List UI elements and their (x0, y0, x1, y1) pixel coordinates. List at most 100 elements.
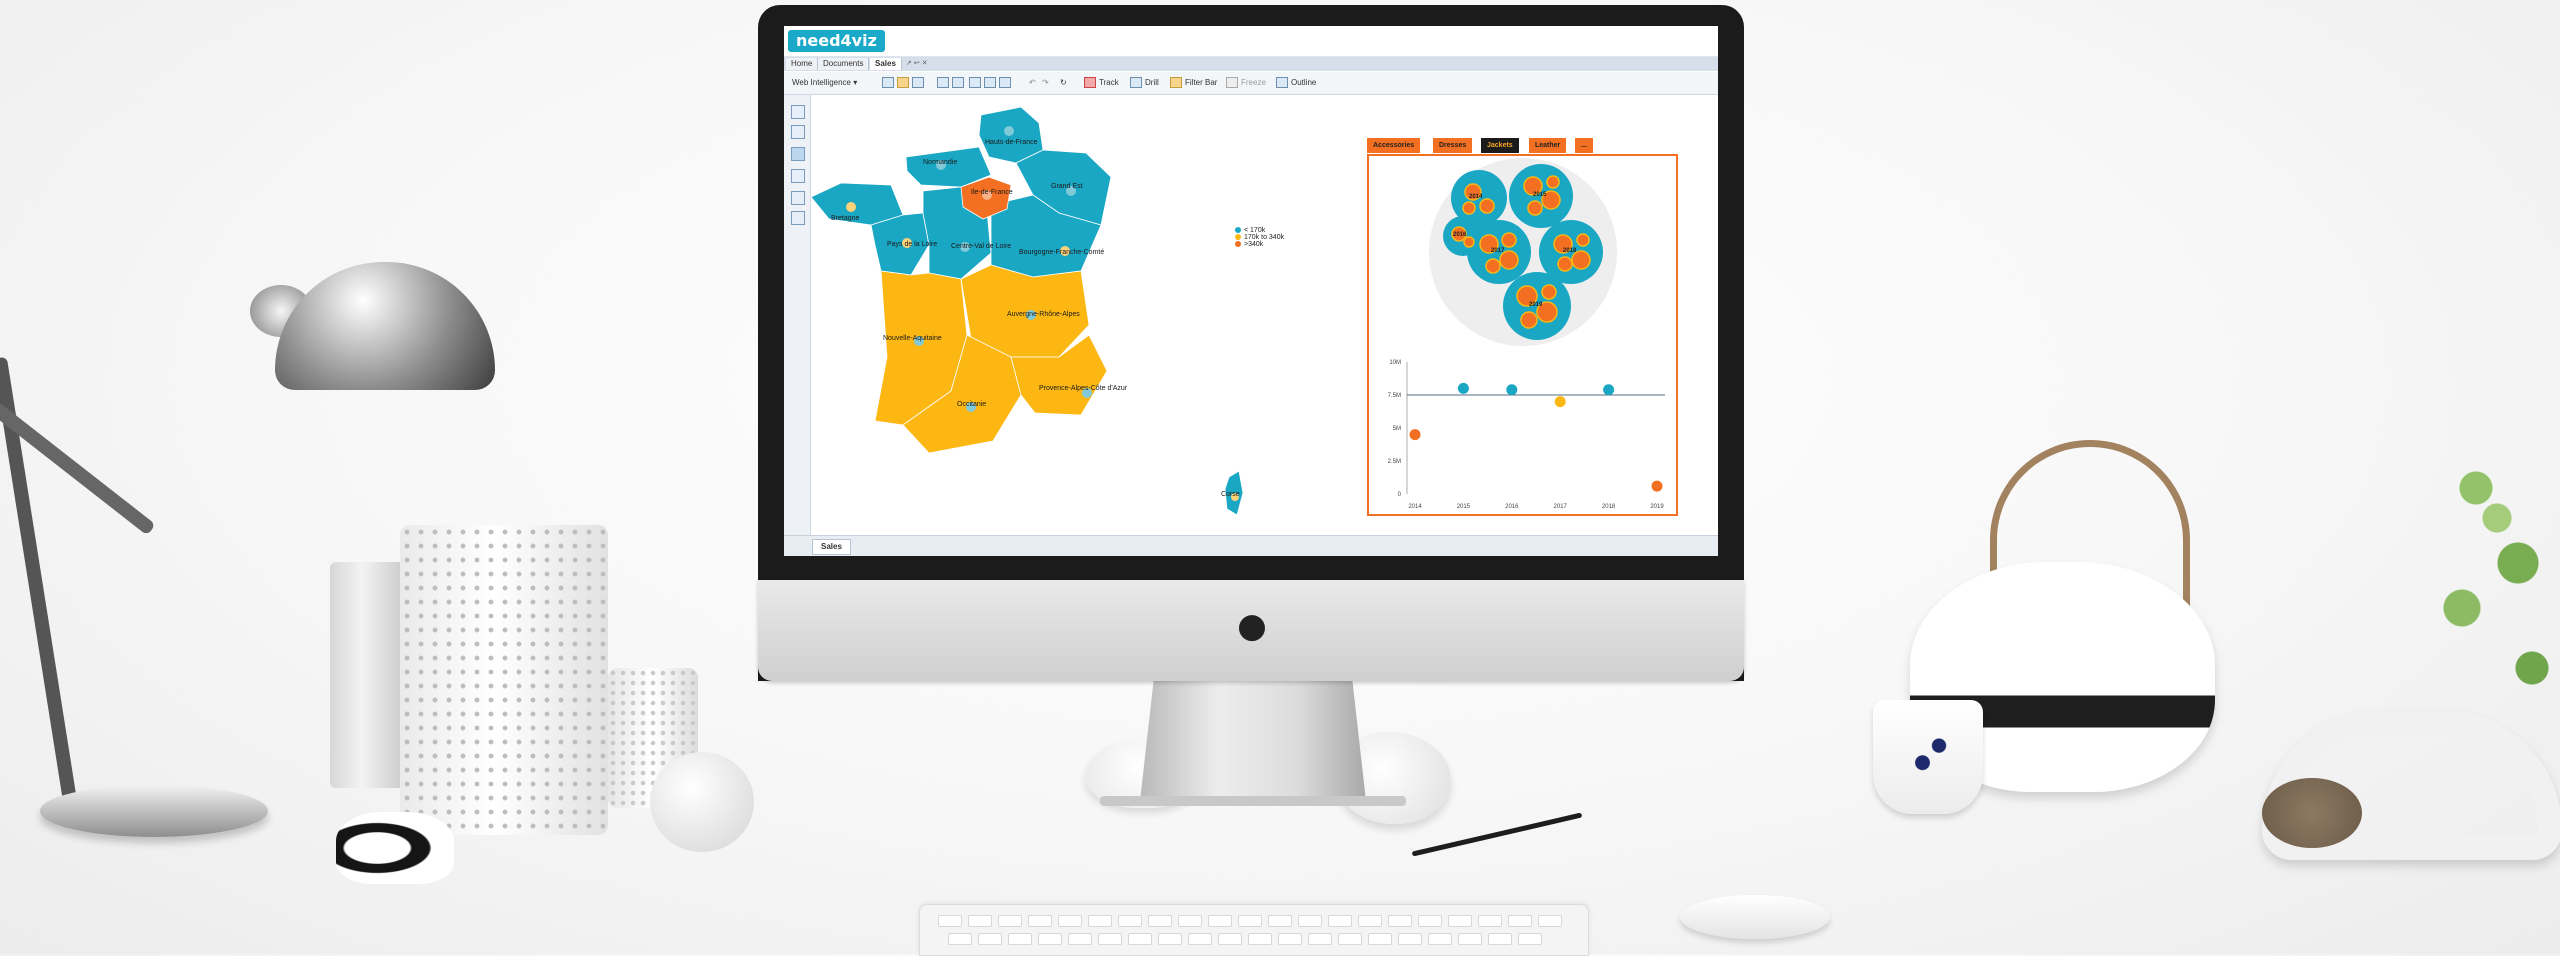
data-point[interactable] (1457, 382, 1469, 394)
outline-button[interactable]: Outline (1276, 76, 1316, 90)
potted-plant (2420, 428, 2560, 728)
app-header: need4viz (784, 26, 1718, 57)
document-tab-bar: Home Documents Sales ↗ ↩ ✕ (784, 57, 1718, 71)
map-legend: < 170k 170k to 340k >340k (1235, 227, 1315, 267)
label-grand-est: Grand Est (1051, 183, 1083, 190)
open-folder-icon[interactable] (897, 76, 912, 90)
y-tick-label: 5M (1393, 426, 1401, 432)
tab-sales[interactable]: Sales (870, 58, 902, 70)
drill-button[interactable]: Drill (1130, 76, 1159, 90)
refresh-icon[interactable]: ↻ (1060, 76, 1067, 90)
tab-leather[interactable]: Leather (1529, 138, 1568, 153)
label-nouvelle-aquitaine: Nouvelle-Aquitaine (883, 335, 942, 342)
save-icon[interactable] (912, 76, 927, 90)
legend-label: 170k to 340k (1244, 234, 1285, 241)
outline-label: Outline (1291, 78, 1317, 87)
label-hauts-de-france: Hauts-de-France (985, 139, 1038, 146)
document-summary-icon[interactable] (791, 105, 805, 119)
y-tick-label: 10M (1389, 360, 1401, 366)
monitor-stand-base (1100, 796, 1406, 806)
pen-holder (330, 562, 410, 788)
bubble-label-2016: 2016 (1453, 232, 1467, 238)
x-tick-label: 2014 (1408, 504, 1422, 510)
teacup (1873, 700, 1983, 814)
glass-orb (650, 752, 754, 852)
label-bretagne: Bretagne (831, 215, 860, 222)
track-label: Track (1099, 78, 1119, 87)
legend-swatch (1235, 234, 1241, 241)
send-icon[interactable] (999, 76, 1014, 90)
legend-label: < 170k (1244, 227, 1266, 234)
data-point[interactable] (1651, 480, 1663, 492)
pencil (1411, 812, 1583, 857)
tab-actions-icon[interactable]: ↗ ↩ ✕ (906, 59, 946, 69)
category-panel: Accessories Dresses Jackets Leather ... … (1367, 138, 1678, 518)
y-tick-label: 2.5M (1388, 459, 1401, 465)
report-tab-sales[interactable]: Sales (812, 539, 851, 555)
headphone-ear-cup (2262, 778, 2362, 848)
keyboard[interactable] (919, 904, 1589, 956)
freeze-label: Freeze (1241, 78, 1266, 87)
apple-logo-icon: ● (1237, 606, 1267, 646)
data-point[interactable] (1409, 429, 1421, 441)
bubble-label-2015: 2015 (1533, 192, 1547, 198)
label-normandie: Normandie (923, 159, 958, 166)
undo-icon[interactable]: ↶ (1029, 76, 1036, 90)
input-controls-icon[interactable] (791, 147, 805, 161)
label-provence-alpes-cote-dazur: Provence-Alpes-Côte d'Azur (1039, 385, 1128, 392)
tab-documents[interactable]: Documents (818, 58, 870, 70)
x-tick-label: 2017 (1554, 504, 1568, 510)
desk-lamp-base (40, 785, 268, 837)
export-icon[interactable] (984, 76, 999, 90)
mode-label: Web Intelligence (792, 78, 851, 87)
mode-select[interactable]: Web Intelligence ▾ (792, 76, 857, 90)
available-objects-icon[interactable] (791, 211, 805, 225)
panda-figurine (336, 812, 454, 884)
legend-item: 170k to 340k (1235, 234, 1315, 241)
y-tick-label: 7.5M (1388, 393, 1401, 399)
label-auvergne-rhone-alpes: Auvergne-Rhône-Alpes (1007, 311, 1080, 318)
y-tick-label: 0 (1398, 492, 1402, 498)
redo-icon[interactable]: ↷ (1042, 76, 1049, 90)
sales-scatter-chart: 0 2.5M 5M 7.5M 10M 2014 2015 2016 2017 2018 2019 (1388, 360, 1665, 510)
tab-home[interactable]: Home (786, 58, 819, 70)
bubble-pack-chart (1429, 158, 1617, 346)
x-tick-label: 2019 (1650, 504, 1664, 510)
tab-accessories[interactable]: Accessories (1367, 138, 1422, 153)
find-icon[interactable] (952, 76, 967, 90)
desk-lamp-shade (275, 262, 495, 390)
legend-item: >340k (1235, 241, 1315, 248)
track-button[interactable]: Track (1084, 76, 1119, 90)
filter-bar-label: Filter Bar (1185, 78, 1218, 87)
tab-jackets[interactable]: Jackets (1481, 138, 1520, 153)
print-icon[interactable] (937, 76, 952, 90)
legend-item: < 170k (1235, 227, 1315, 234)
report-map-icon[interactable] (791, 125, 805, 139)
legend-swatch (1235, 241, 1241, 248)
data-point[interactable] (1603, 384, 1615, 396)
label-pays-de-la-loire: Pays de la Loire (887, 241, 938, 248)
copy-icon[interactable] (969, 76, 984, 90)
computer-mouse[interactable] (1680, 895, 1830, 939)
data-point[interactable] (1506, 384, 1518, 396)
bubble-label-2014: 2014 (1469, 194, 1483, 200)
label-corse: Corse (1221, 491, 1240, 498)
web-services-icon[interactable] (791, 169, 805, 183)
bubble-label-2018: 2018 (1563, 248, 1577, 254)
legend-swatch (1235, 227, 1241, 234)
label-occitanie: Occitanie (957, 401, 987, 408)
toolbar: Web Intelligence ▾ ↶ ↷ ↻ Track Drill Fil… (784, 72, 1718, 95)
x-tick-label: 2018 (1602, 504, 1616, 510)
app-logo[interactable]: need4viz (788, 30, 885, 52)
tab-dresses[interactable]: Dresses (1433, 138, 1474, 153)
data-icon[interactable] (791, 191, 805, 205)
perforated-vase (400, 525, 608, 835)
label-centre-val-de-loire: Centre-Val de Loire (951, 243, 1012, 250)
data-point[interactable] (1554, 396, 1566, 408)
freeze-button[interactable]: Freeze (1226, 76, 1266, 90)
tab-more[interactable]: ... (1575, 138, 1594, 153)
monitor-stand (1140, 681, 1366, 801)
label-bourgogne-franche-comte: Bourgogne-Franche-Comté (1019, 249, 1105, 256)
filter-bar-button[interactable]: Filter Bar (1170, 76, 1217, 90)
new-doc-icon[interactable] (882, 76, 897, 90)
